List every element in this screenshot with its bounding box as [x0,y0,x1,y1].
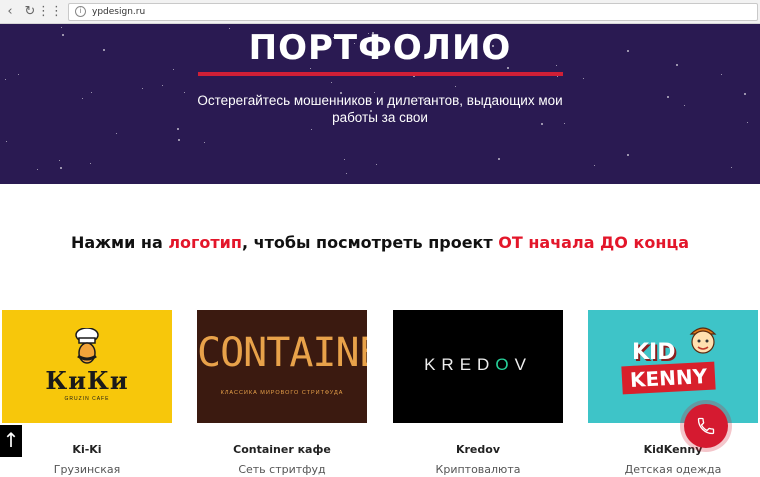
kiki-logo-text: КиКи [45,366,129,395]
star-dot [5,79,6,80]
project-card-kiki[interactable]: КиКи GRUZIN CAFE Ki-Ki Грузинская [2,310,172,476]
container-logo[interactable]: CONTAINER КЛАССИКА МИРОВОГО СТРИТФУДА [197,310,367,423]
project-category: Детская одежда [624,463,722,476]
url-text: ypdesign.ru [92,6,146,17]
star-dot [344,159,345,160]
star-dot [557,76,558,77]
star-dot [82,98,83,99]
address-bar[interactable]: i ypdesign.ru [68,2,758,21]
star-dot [162,85,163,86]
star-dot [331,82,332,83]
title-underline [198,72,563,76]
star-dot [142,88,143,89]
star-dot [311,129,312,130]
star-dot [90,163,91,164]
star-dot [747,122,748,123]
star-dot [18,74,19,75]
kidkenny-logo[interactable]: KID KENNY [588,310,758,423]
star-dot [59,160,60,161]
star-dot [731,167,732,168]
star-dot [667,96,669,98]
hero-subtitle: Остерегайтесь мошенников и дилетантов, в… [197,93,563,125]
kiki-logo[interactable]: КиКи GRUZIN CAFE [2,310,172,423]
project-category: Сеть стритфуд [238,463,326,476]
kredov-logo[interactable]: KREDOV [393,310,563,423]
project-category: Криптовалюта [435,463,521,476]
star-dot [178,139,180,141]
star-dot [583,78,584,79]
project-card-container[interactable]: CONTAINER КЛАССИКА МИРОВОГО СТРИТФУДА Co… [197,310,367,476]
kidkenny-logo-text-1: KID [632,340,676,365]
star-dot [684,105,685,106]
phone-icon [697,417,715,435]
kid-face-icon [689,327,717,354]
star-dot [310,68,311,69]
portfolio-headline: Нажми на логотип, чтобы посмотреть проек… [0,233,760,252]
scroll-up-button[interactable]: ↑ [0,425,22,457]
headline-logo-word: логотип [168,233,242,252]
back-icon[interactable]: ‹ [0,2,20,22]
star-dot [204,142,205,143]
project-category: Грузинская [53,463,121,476]
headline-text-2: , чтобы посмотреть проект [241,233,499,252]
star-dot [594,165,595,166]
kredov-logo-text: KREDOV [424,355,532,374]
star-dot [346,173,347,174]
project-title[interactable]: Kredov [393,443,563,456]
star-dot [173,69,174,70]
star-dot [455,86,456,87]
page-title: ПОРТФОЛИО [248,28,512,68]
star-dot [6,141,7,142]
star-dot [60,167,62,169]
project-card-kidkenny[interactable]: KID KENNY KidKenny Детская одежда [588,310,758,476]
apps-icon[interactable]: ⋮⋮ [37,2,63,22]
star-dot [184,92,185,93]
star-dot [177,128,179,130]
container-logo-text: CONTAINER [197,330,367,376]
star-dot [116,133,117,134]
call-button[interactable] [684,404,728,448]
kiki-logo-subtext: GRUZIN CAFE [64,396,110,402]
star-dot [498,158,500,160]
star-dot [721,74,722,75]
star-dot [744,93,746,95]
star-dot [376,164,377,165]
project-title[interactable]: Ki-Ki [2,443,172,456]
project-card-kredov[interactable]: KREDOV Kredov Криптовалюта [393,310,563,476]
project-title[interactable]: Container кафе [197,443,367,456]
headline-text-1: Нажми на [70,233,169,252]
star-dot [37,169,38,170]
star-dot [627,154,629,156]
chef-icon [75,328,99,364]
arrow-up-icon: ↑ [2,428,20,452]
browser-toolbar: ‹ ↻ ⋮⋮ i ypdesign.ru [0,0,760,24]
project-title[interactable]: KidKenny [588,443,758,456]
star-dot [91,92,92,93]
headline-emphasis: ОТ начала ДО конца [498,233,690,252]
container-logo-subtext: КЛАССИКА МИРОВОГО СТРИТФУДА [220,390,344,396]
kidkenny-logo-text-2: KENNY [621,361,716,395]
hero-banner: ПОРТФОЛИО Остерегайтесь мошенников и дил… [0,24,760,184]
info-icon[interactable]: i [75,6,86,17]
